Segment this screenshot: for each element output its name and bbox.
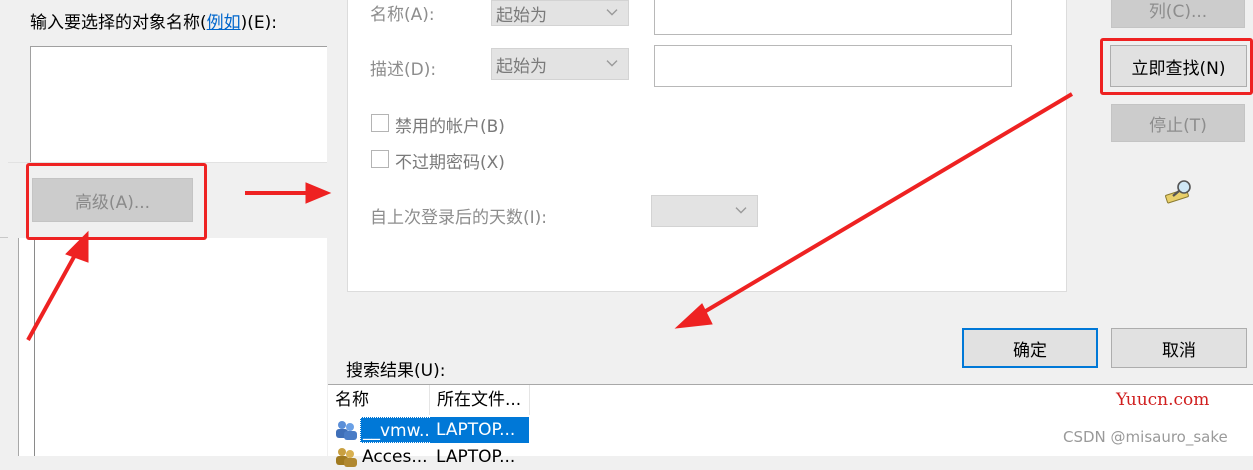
group-icon [336, 448, 357, 467]
object-name-label-suffix: )(E): [240, 13, 278, 33]
cancel-button-label: 取消 [1162, 340, 1196, 361]
days-since-logon-combo[interactable] [651, 195, 758, 227]
advanced-button-highlight [26, 163, 207, 240]
ok-button-label: 确定 [1013, 340, 1047, 361]
name-match-combo[interactable]: 起始为 [491, 0, 629, 26]
chevron-down-icon [606, 9, 618, 16]
name-label: 名称(A): [370, 5, 435, 25]
non-expiring-password-label: 不过期密码(X) [395, 153, 505, 173]
result-row-name[interactable]: __vmw... [360, 417, 441, 443]
days-since-logon-label: 自上次登录后的天数(I): [370, 208, 548, 228]
stop-button[interactable]: 停止(T) [1111, 104, 1245, 142]
disabled-accounts-checkbox[interactable] [371, 114, 389, 132]
chevron-down-icon [735, 207, 747, 214]
result-row-name[interactable]: Acces... [360, 444, 428, 470]
ok-button[interactable]: 确定 [962, 328, 1098, 368]
column-header-name[interactable]: 名称 [328, 385, 430, 415]
columns-button[interactable]: 列(C)... [1111, 0, 1245, 28]
stop-button-label: 停止(T) [1149, 115, 1207, 136]
non-expiring-password-checkbox[interactable] [371, 150, 389, 168]
name-field[interactable] [654, 0, 1012, 35]
common-queries-panel [347, 0, 1067, 292]
search-results-label: 搜索结果(U): [346, 361, 446, 381]
name-match-combo-value: 起始为 [496, 5, 547, 26]
column-header-folder[interactable]: 所在文件... [430, 385, 530, 415]
description-match-combo-value: 起始为 [496, 56, 547, 77]
columns-button-label: 列(C)... [1148, 1, 1208, 22]
description-label: 描述(D): [370, 60, 437, 80]
object-name-input[interactable] [30, 46, 345, 164]
underlying-window [18, 238, 328, 456]
object-name-label-prefix: 输入要选择的对象名称( [30, 13, 207, 33]
cancel-button[interactable]: 取消 [1111, 328, 1247, 368]
result-row-folder[interactable]: LAPTOP... [430, 444, 515, 470]
find-now-highlight [1100, 38, 1253, 95]
examples-link[interactable]: 例如 [207, 13, 241, 33]
group-icon [336, 421, 357, 440]
description-field[interactable] [654, 45, 1012, 87]
chevron-down-icon [606, 60, 618, 67]
site-watermark: Yuucn.com [1116, 390, 1210, 410]
result-row-folder[interactable]: LAPTOP... [430, 417, 529, 443]
underlying-window-border [34, 238, 35, 456]
search-animation-icon [1165, 180, 1191, 204]
csdn-watermark: CSDN @misauro_sake [1063, 428, 1228, 446]
object-name-label: 输入要选择的对象名称(例如)(E): [30, 8, 277, 33]
description-match-combo[interactable]: 起始为 [491, 48, 629, 80]
disabled-accounts-label: 禁用的帐户(B) [395, 117, 505, 137]
